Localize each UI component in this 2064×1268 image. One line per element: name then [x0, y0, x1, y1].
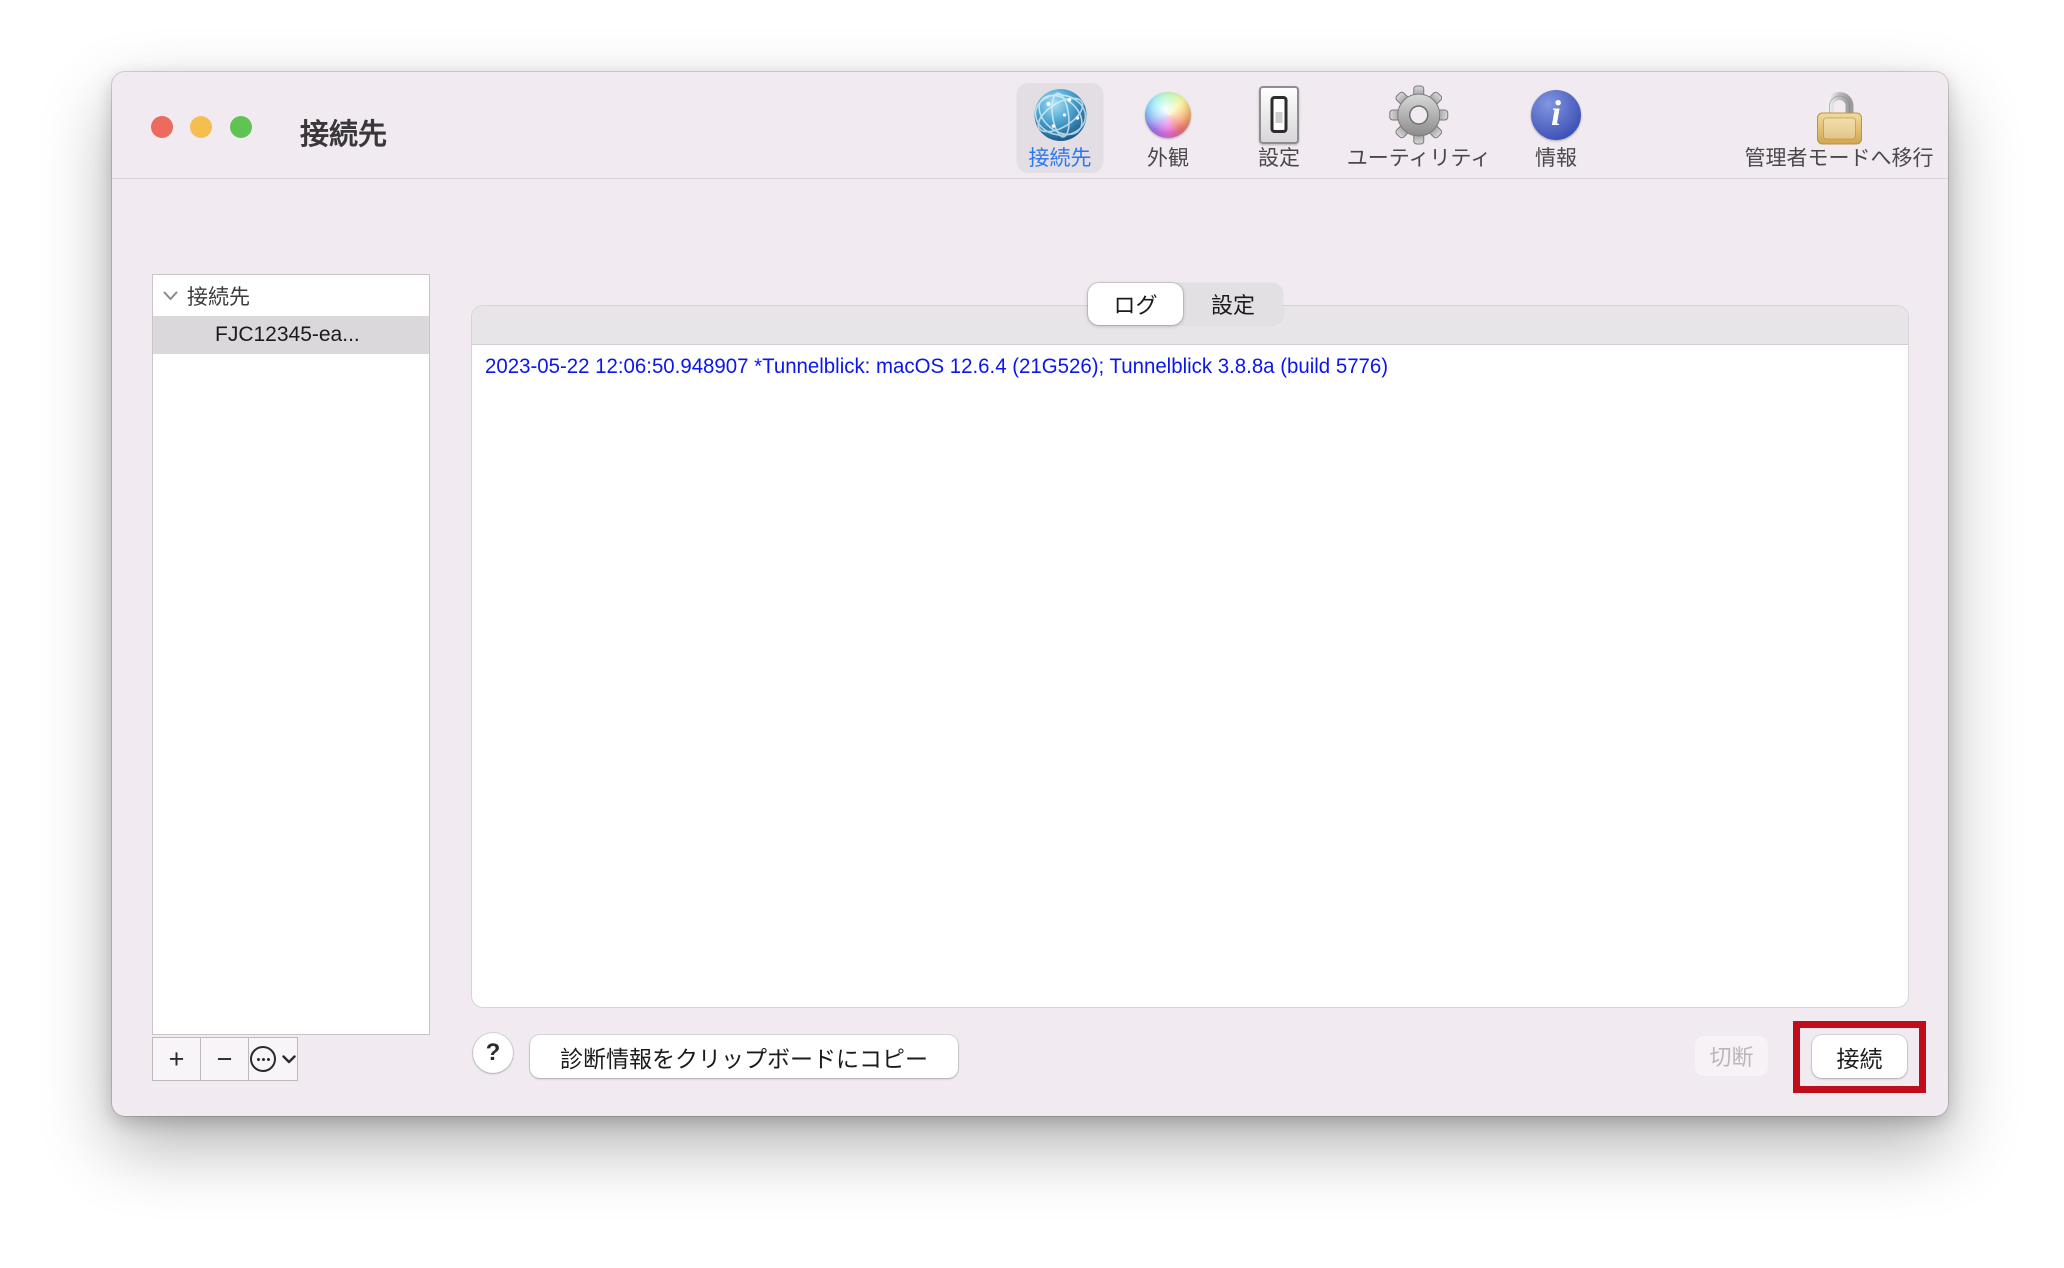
sidebar-footer-controls: + − [152, 1037, 298, 1081]
sidebar-group-label: 接続先 [187, 281, 250, 311]
configurations-sidebar: 接続先 FJC12345-ea... [152, 274, 430, 1035]
more-actions-button[interactable] [249, 1038, 297, 1080]
toolbar-item-connections[interactable]: 接続先 [1017, 83, 1104, 173]
minimize-button[interactable] [190, 116, 212, 138]
remove-configuration-button[interactable]: − [201, 1038, 249, 1080]
color-wheel-icon [1145, 83, 1191, 147]
ellipsis-circle-icon [250, 1046, 276, 1072]
log-line: 2023-05-22 12:06:50.948907 *Tunnelblick:… [485, 354, 1837, 379]
connect-button[interactable]: 接続 [1812, 1035, 1907, 1078]
toolbar-label-info: 情報 [1535, 147, 1577, 170]
tab-log[interactable]: ログ [1088, 283, 1183, 325]
toolbar-label-admin-mode: 管理者モードへ移行 [1745, 147, 1934, 170]
toolbar-label-connections: 接続先 [1029, 147, 1092, 170]
chevron-down-icon [282, 1055, 296, 1064]
lock-icon [1811, 83, 1867, 147]
log-content: 2023-05-22 12:06:50.948907 *Tunnelblick:… [472, 345, 1908, 379]
toolbar-item-admin-mode[interactable]: 管理者モードへ移行 [1745, 83, 1934, 173]
toolbar-item-utilities[interactable]: ユーティリティ [1347, 83, 1491, 173]
configuration-name: FJC12345-ea... [215, 323, 360, 347]
sidebar-group-header[interactable]: 接続先 [153, 275, 429, 316]
window-title: 接続先 [300, 111, 387, 153]
tunnelblick-window: 接続先 [112, 72, 1948, 1116]
toolbar-item-info[interactable]: i 情報 [1531, 83, 1581, 173]
titlebar: 接続先 [112, 72, 1948, 179]
light-switch-icon [1259, 83, 1299, 147]
toolbar-item-appearance[interactable]: 外観 [1145, 83, 1191, 173]
zoom-button[interactable] [230, 116, 252, 138]
chevron-down-icon [163, 291, 178, 301]
log-panel[interactable]: 2023-05-22 12:06:50.948907 *Tunnelblick:… [472, 306, 1908, 1007]
gear-icon [1389, 83, 1449, 147]
toolbar-item-preferences[interactable]: 設定 [1258, 83, 1300, 173]
tab-settings[interactable]: 設定 [1183, 283, 1283, 325]
disconnect-button[interactable]: 切断 [1695, 1036, 1768, 1076]
help-button[interactable]: ? [473, 1033, 513, 1073]
toolbar-label-utilities: ユーティリティ [1347, 147, 1491, 170]
log-settings-tabset: ログ 設定 [1088, 283, 1283, 325]
add-configuration-button[interactable]: + [153, 1038, 201, 1080]
configuration-row[interactable]: FJC12345-ea... [153, 316, 429, 354]
toolbar-label-preferences: 設定 [1258, 147, 1300, 170]
globe-network-icon [1033, 83, 1087, 147]
copy-diagnostics-button[interactable]: 診断情報をクリップボードにコピー [530, 1035, 958, 1078]
screen: 接続先 [0, 0, 2064, 1268]
toolbar-label-appearance: 外観 [1147, 147, 1189, 170]
close-button[interactable] [151, 116, 173, 138]
info-icon: i [1531, 83, 1581, 147]
